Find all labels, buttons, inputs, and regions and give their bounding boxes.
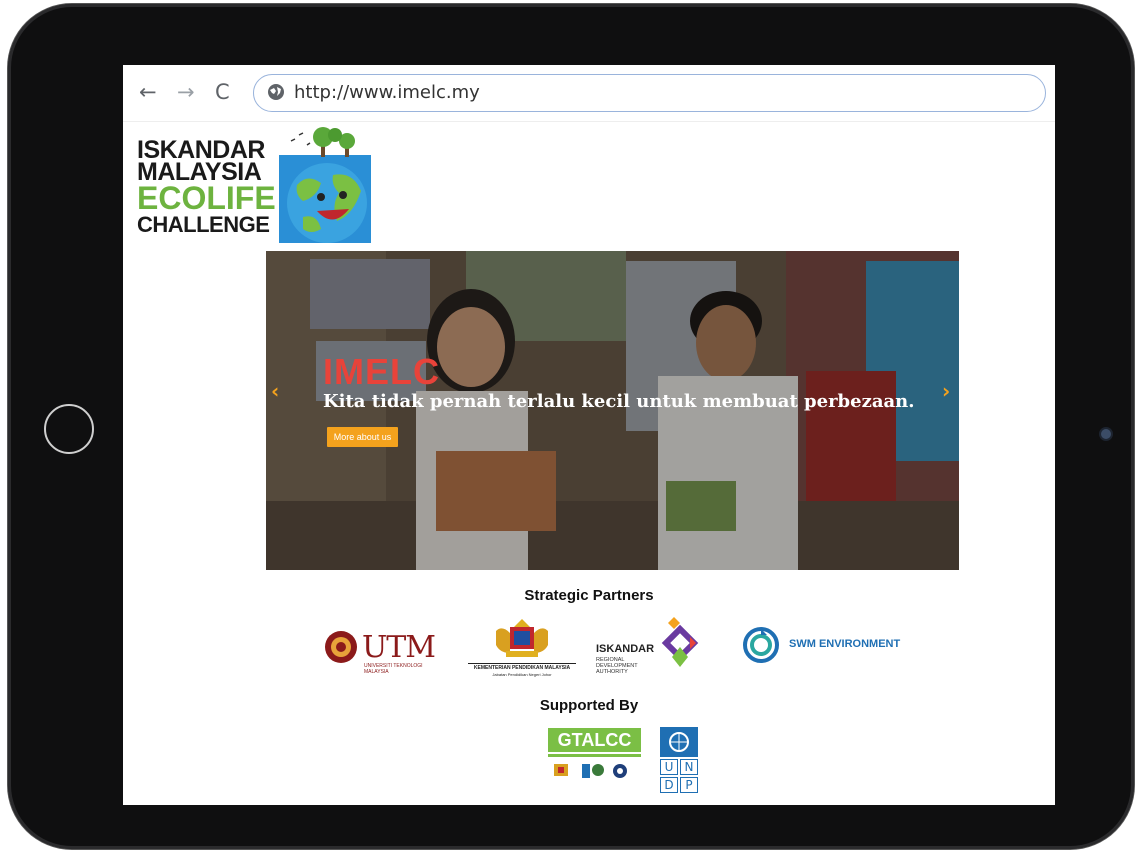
- hero-subtitle: Kita tidak pernah terlalu kecil untuk me…: [323, 391, 915, 412]
- undp-letter-p: P: [680, 777, 698, 793]
- chevron-left-icon[interactable]: ‹: [271, 379, 279, 403]
- irda-logo[interactable]: ISKANDAR REGIONAL DEVELOPMENT AUTHORITY: [596, 617, 706, 679]
- back-arrow-icon[interactable]: ←: [139, 79, 157, 105]
- hero-carousel[interactable]: IMELC Kita tidak pernah terlalu kecil un…: [266, 251, 959, 570]
- utm-emblem-icon: [325, 631, 357, 663]
- globe-icon: [268, 84, 284, 100]
- forward-arrow-icon[interactable]: →: [177, 79, 195, 105]
- gtalcc-divider: [548, 754, 641, 757]
- earth-mascot-icon: [279, 127, 371, 243]
- more-about-us-button[interactable]: More about us: [327, 427, 398, 447]
- address-bar[interactable]: http://www.imelc.my: [253, 74, 1046, 112]
- home-button[interactable]: [44, 404, 94, 454]
- irda-diamond-icon: [661, 617, 699, 667]
- irda-subtitle: REGIONAL DEVELOPMENT AUTHORITY: [596, 657, 638, 675]
- strategic-partners-heading: Strategic Partners: [524, 587, 654, 604]
- supported-by-heading: Supported By: [539, 697, 639, 714]
- gtalcc-name: GTALCC: [548, 728, 641, 752]
- swm-name: SWM ENVIRONMENT: [789, 638, 901, 650]
- logo-wordmark: ISKANDAR MALAYSIA ECOLIFE CHALLENGE: [137, 138, 276, 237]
- browser-toolbar: ← → C http://www.imelc.my: [123, 65, 1055, 122]
- malaysia-crest-icon: [496, 619, 548, 657]
- logo-line-ecolife: ECOLIFE: [137, 180, 276, 216]
- tablet-frame: ← → C http://www.imelc.my ISKANDAR MALAY…: [8, 4, 1134, 849]
- undp-letter-d: D: [660, 777, 678, 793]
- kpm-logo[interactable]: KEMENTERIAN PENDIDIKAN MALAYSIA Jabatan …: [468, 617, 576, 681]
- utm-name: UTM: [362, 630, 436, 665]
- utm-subtitle: UNIVERSITI TEKNOLOGI MALAYSIA: [364, 663, 423, 675]
- logo-line-challenge: CHALLENGE: [137, 212, 270, 237]
- undp-letter-u: U: [660, 759, 678, 775]
- irda-name: ISKANDAR: [596, 643, 655, 655]
- un-emblem-icon: [660, 727, 698, 757]
- camera-icon: [1101, 429, 1111, 439]
- swm-logo[interactable]: SWM ENVIRONMENT: [743, 627, 913, 663]
- url-text[interactable]: http://www.imelc.my: [294, 82, 480, 103]
- undp-letter-n: N: [680, 759, 698, 775]
- hero-title: IMELC: [323, 351, 440, 392]
- recycle-icon: [743, 627, 779, 663]
- kpm-name: KEMENTERIAN PENDIDIKAN MALAYSIA: [468, 663, 576, 671]
- undp-logo[interactable]: U N D P: [660, 727, 698, 793]
- chevron-right-icon[interactable]: ›: [942, 379, 950, 403]
- gtalcc-logo[interactable]: GTALCC: [548, 728, 641, 786]
- browser-screen: ← → C http://www.imelc.my ISKANDAR MALAY…: [123, 65, 1055, 805]
- kpm-subtitle: Jabatan Pendidikan Negeri Johor: [492, 672, 552, 677]
- imelc-logo[interactable]: ISKANDAR MALAYSIA ECOLIFE CHALLENGE: [137, 125, 377, 247]
- gtalcc-partner-icons: [554, 764, 627, 778]
- reload-icon[interactable]: C: [215, 79, 230, 105]
- utm-logo[interactable]: UTM UNIVERSITI TEKNOLOGI MALAYSIA: [324, 630, 446, 675]
